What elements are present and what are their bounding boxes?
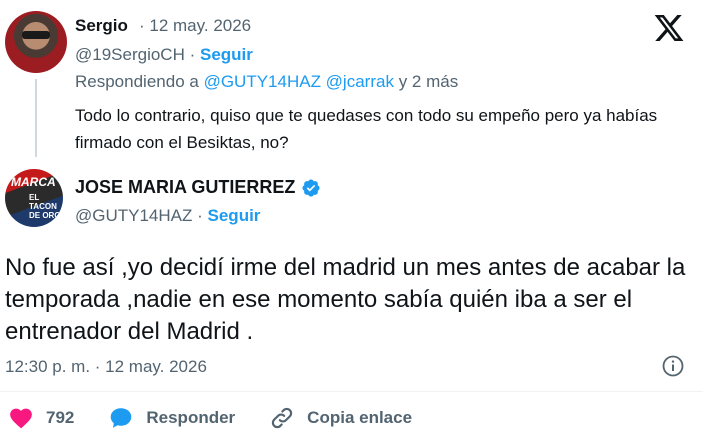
x-logo-icon[interactable]	[653, 12, 685, 44]
verified-badge-icon	[302, 178, 320, 197]
reply-follow-button[interactable]: Seguir	[200, 45, 253, 64]
reply-button[interactable]: Responder	[108, 405, 235, 431]
reply-label: Responder	[146, 408, 236, 427]
reply-date[interactable]: · 12 may. 2026	[139, 16, 251, 36]
main-handle-text[interactable]: @GUTY14HAZ	[75, 206, 192, 225]
chat-bubble-icon	[111, 408, 132, 428]
main-author-name[interactable]: JOSE MARIA GUTIERREZ	[75, 177, 295, 198]
reply-tweet-text: Todo lo contrario, quiso que te quedases…	[75, 106, 658, 152]
replying-suffix[interactable]: y 2 más	[399, 72, 459, 91]
tweet-actions-bar: 792 Responder Copia enlace	[8, 405, 446, 431]
handle-separator: ·	[197, 206, 208, 225]
replying-to-line: Respondiendo a @GUTY14HAZ @jcarrak y 2 m…	[75, 72, 458, 92]
like-button[interactable]: 792	[8, 405, 74, 431]
handle-separator: ·	[189, 45, 200, 64]
replying-prefix: Respondiendo a	[75, 72, 199, 91]
main-author-handle-row: @GUTY14HAZ · Seguir	[75, 206, 260, 226]
like-count: 792	[46, 408, 75, 427]
main-author-avatar[interactable]: MARCA EL TACON DE ORO	[5, 169, 63, 227]
thread-connector-line	[35, 79, 37, 157]
avatar-tacon-text: EL TACON DE ORO	[29, 193, 61, 220]
reply-handle-text[interactable]: @19SergioCH	[75, 45, 185, 64]
reply-author-handle: @19SergioCH · Seguir	[75, 45, 253, 65]
heart-icon	[10, 408, 32, 429]
reply-author-name[interactable]: Sergio	[75, 16, 128, 36]
actions-divider	[0, 391, 703, 392]
main-tweet-text: No fue así ,yo decidí irme del madrid un…	[5, 254, 686, 345]
replying-mentions[interactable]: @GUTY14HAZ @jcarrak	[204, 72, 394, 91]
main-follow-button[interactable]: Seguir	[208, 206, 261, 225]
copy-link-button[interactable]: Copia enlace	[269, 405, 412, 431]
tweet-timestamp[interactable]: 12:30 p. m. · 12 may. 2026	[5, 357, 207, 377]
avatar-sunglasses	[22, 31, 50, 39]
copy-link-label: Copia enlace	[307, 408, 413, 427]
link-icon	[272, 407, 293, 429]
reply-author-avatar[interactable]	[5, 11, 67, 73]
info-icon[interactable]	[661, 354, 685, 378]
main-author-name-row[interactable]: JOSE MARIA GUTIERREZ	[75, 177, 321, 198]
avatar-marca-text: MARCA	[11, 175, 56, 189]
